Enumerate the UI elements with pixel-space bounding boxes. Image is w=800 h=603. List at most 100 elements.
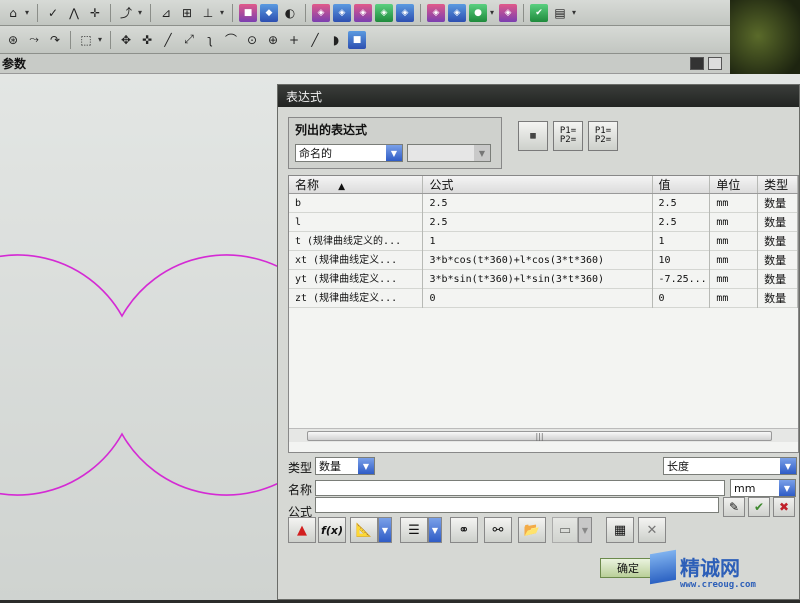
pan-icon[interactable]: ◈ (396, 3, 414, 22)
axis-icon[interactable]: ⊥ (199, 4, 217, 22)
chevron-down-icon[interactable]: ▼ (386, 145, 402, 161)
dialog-title-bar[interactable]: 表达式 (278, 85, 799, 107)
restore-button[interactable] (708, 57, 722, 70)
cell-unit: mm (710, 250, 759, 270)
line-icon[interactable]: ⋀ (65, 4, 83, 22)
table-row[interactable]: zt (规律曲线定义... 0 0 mm 数量 (289, 288, 798, 308)
fill-icon[interactable]: ◗ (327, 31, 345, 49)
formula-input[interactable] (315, 497, 719, 513)
function-button[interactable]: f(x) (318, 517, 346, 543)
snap-point-icon[interactable]: ✜ (138, 31, 156, 49)
arc-icon[interactable]: ⌒ (222, 31, 240, 49)
column-header-formula[interactable]: 公式 (423, 176, 653, 193)
chevron-down-icon[interactable]: ▼ (780, 458, 796, 474)
display-icon[interactable]: ● (469, 3, 487, 22)
scrollbar-thumb[interactable]: ||| (307, 431, 772, 441)
unit-select[interactable]: mm ▼ (730, 479, 796, 497)
link-button[interactable]: ⚭ (450, 517, 478, 543)
name-input[interactable] (315, 480, 725, 496)
fit-icon[interactable]: ◈ (375, 3, 393, 22)
render-icon[interactable]: ◆ (260, 3, 278, 22)
plane-icon[interactable]: ⊿ (157, 4, 175, 22)
column-header-type[interactable]: 类型 (758, 176, 798, 193)
dropdown-icon[interactable]: ▾ (572, 8, 578, 17)
dropdown-icon[interactable]: ▾ (98, 35, 104, 44)
column-header-name[interactable]: 名称 ▲ (289, 176, 424, 193)
expression-table: 名称 ▲ 公式 值 单位 类型 b 2.5 2.5 mm 数量 l 2.5 2.… (288, 175, 799, 453)
break-link-button[interactable]: ⚯ (484, 517, 512, 543)
point-icon[interactable]: ✛ (86, 4, 104, 22)
column-header-value[interactable]: 值 (653, 176, 711, 193)
refresh-button[interactable]: ▦ (606, 517, 634, 543)
dimension-select[interactable]: 长度 ▼ (663, 457, 797, 475)
disabled-tool-button: ▭ (552, 517, 578, 543)
up-button[interactable]: ▲ (288, 517, 316, 543)
cell-value: 2.5 (653, 212, 711, 232)
datum-icon[interactable]: ⊞ (178, 4, 196, 22)
sketch-icon[interactable]: ⊛ (4, 31, 22, 49)
table-row[interactable]: l 2.5 2.5 mm 数量 (289, 212, 798, 232)
cell-formula: 1 (423, 231, 653, 251)
chevron-down-icon[interactable]: ▼ (358, 458, 374, 474)
cell-type: 数量 (758, 193, 798, 213)
select-icon[interactable]: ⤴ (117, 4, 135, 22)
dropdown-icon[interactable]: ▾ (490, 8, 496, 17)
grid-icon: ▭ (558, 522, 572, 538)
orient-icon[interactable]: ◈ (333, 3, 351, 22)
measure-icon[interactable]: ◈ (448, 3, 466, 22)
horizontal-scrollbar[interactable]: ||| (289, 428, 798, 442)
plus-icon[interactable]: + (285, 31, 303, 49)
table-row[interactable]: yt (规律曲线定义... 3*b*sin(t*360)+l*sin(3*t*3… (289, 269, 798, 289)
name-label: 名称 (288, 483, 313, 497)
snap-icon[interactable]: ⌂ (4, 4, 22, 22)
dialog-title: 表达式 (286, 89, 323, 104)
curve-icon[interactable]: ✓ (44, 4, 62, 22)
table-row[interactable]: t (规律曲线定义的... 1 1 mm 数量 (289, 231, 798, 251)
delete-button[interactable]: ✕ (638, 517, 666, 543)
measure-dropdown[interactable]: ▼ (378, 517, 392, 543)
line-tool-icon[interactable]: ╱ (159, 31, 177, 49)
param-bar: 参数 (0, 54, 730, 74)
import-button[interactable]: P1= P2= (553, 121, 583, 151)
feature-dropdown[interactable]: ▼ (428, 517, 442, 543)
spreadsheet-button[interactable]: ▦ (518, 121, 548, 151)
cell-type: 数量 (758, 288, 798, 308)
table-row[interactable]: xt (规律曲线定义... 3*b*cos(t*360)+l*cos(3*t*3… (289, 250, 798, 270)
solid-icon[interactable]: ■ (348, 30, 366, 49)
table-row[interactable]: b 2.5 2.5 mm 数量 (289, 193, 798, 213)
minimize-button[interactable] (690, 57, 704, 70)
dropdown-icon[interactable]: ▾ (220, 8, 226, 17)
move-icon[interactable]: ✥ (117, 31, 135, 49)
chevron-down-icon[interactable]: ▼ (779, 480, 795, 496)
type-select[interactable]: 数量 ▼ (315, 457, 375, 475)
column-header-unit[interactable]: 单位 (710, 176, 759, 193)
open-file-button[interactable]: 📂 (518, 517, 546, 543)
dropdown-icon[interactable]: ▾ (138, 8, 144, 17)
arc-tool-icon[interactable]: ↷ (46, 31, 64, 49)
rectangle-icon[interactable]: ⬚ (77, 31, 95, 49)
edit-icon[interactable]: ╱ (306, 31, 324, 49)
view-icon[interactable]: ◈ (312, 3, 330, 22)
shade-icon[interactable]: ■ (239, 3, 257, 22)
measure-button[interactable]: 📐 (350, 517, 378, 543)
filter-select[interactable]: 命名的 ▼ (295, 144, 403, 162)
dropdown-icon[interactable]: ▾ (25, 8, 31, 17)
export-button[interactable]: P1= P2= (588, 121, 618, 151)
toolbar-separator (523, 3, 524, 22)
layer-icon[interactable]: ◐ (281, 4, 299, 22)
analysis-icon[interactable]: ◈ (427, 3, 445, 22)
function-icon: f(x) (321, 523, 343, 537)
settings-icon[interactable]: ◈ (499, 3, 517, 22)
circle-icon[interactable]: ⊙ (243, 31, 261, 49)
zoom-icon[interactable]: ◈ (354, 3, 372, 22)
accept-edit-button[interactable]: ✔ (748, 497, 770, 517)
curve-tool-icon[interactable]: ʅ (201, 31, 219, 49)
profile-icon[interactable]: ⤳ (25, 31, 43, 49)
spline-icon[interactable]: ⤢ (180, 31, 198, 49)
target-icon[interactable]: ⊕ (264, 31, 282, 49)
info-icon[interactable]: ▤ (551, 4, 569, 22)
reject-edit-button[interactable]: ✖ (773, 497, 795, 517)
edit-formula-button[interactable]: ✎ (723, 497, 745, 517)
check-icon[interactable]: ✔ (530, 3, 548, 22)
feature-button[interactable]: ☰ (400, 517, 428, 543)
